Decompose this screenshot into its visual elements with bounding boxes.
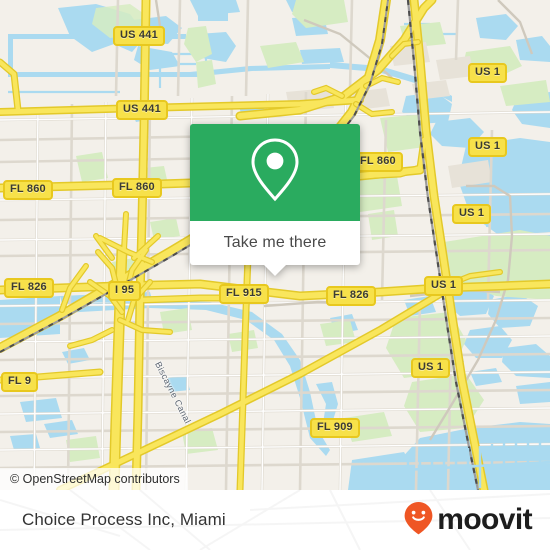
take-me-there-label: Take me there xyxy=(223,234,327,251)
moovit-brand[interactable]: moovit xyxy=(403,490,533,550)
road-shield: FL 826 xyxy=(4,278,54,298)
road-shield: FL 909 xyxy=(310,418,360,438)
road-shield: US 1 xyxy=(411,358,451,378)
location-popup[interactable]: Take me there xyxy=(190,124,360,276)
popup-tail xyxy=(264,265,286,276)
road-shield: US 1 xyxy=(424,276,464,296)
map-screen: Biscayne Canal US 441 US 441 FL 860 FL 860 F… xyxy=(0,0,550,550)
popup-action[interactable]: Take me there xyxy=(190,221,360,265)
page-title: Choice Process Inc, Miami xyxy=(22,510,226,529)
road-shield: US 441 xyxy=(113,26,165,46)
road-shield: FL 826 xyxy=(326,286,376,306)
attribution-text: © OpenStreetMap contributors xyxy=(10,472,180,486)
road-shield: FL 915 xyxy=(219,284,269,304)
road-shield: FL 860 xyxy=(3,180,53,200)
road-shield: US 1 xyxy=(452,204,492,224)
road-shield: US 1 xyxy=(468,63,508,83)
road-shield: US 1 xyxy=(468,137,508,157)
road-shield: FL 9 xyxy=(1,372,39,392)
moovit-wordmark: moovit xyxy=(437,503,532,536)
road-shield: I 95 xyxy=(108,281,142,301)
road-shield: US 441 xyxy=(116,100,168,120)
map-attribution[interactable]: © OpenStreetMap contributors xyxy=(0,468,188,490)
road-shield: FL 860 xyxy=(353,152,403,172)
moovit-pin-icon xyxy=(403,501,434,540)
map-pin-icon xyxy=(249,137,301,208)
road-shield: FL 860 xyxy=(112,178,162,198)
popup-header xyxy=(190,124,360,221)
footer-bar: Choice Process Inc, Miami moovit xyxy=(0,490,550,550)
